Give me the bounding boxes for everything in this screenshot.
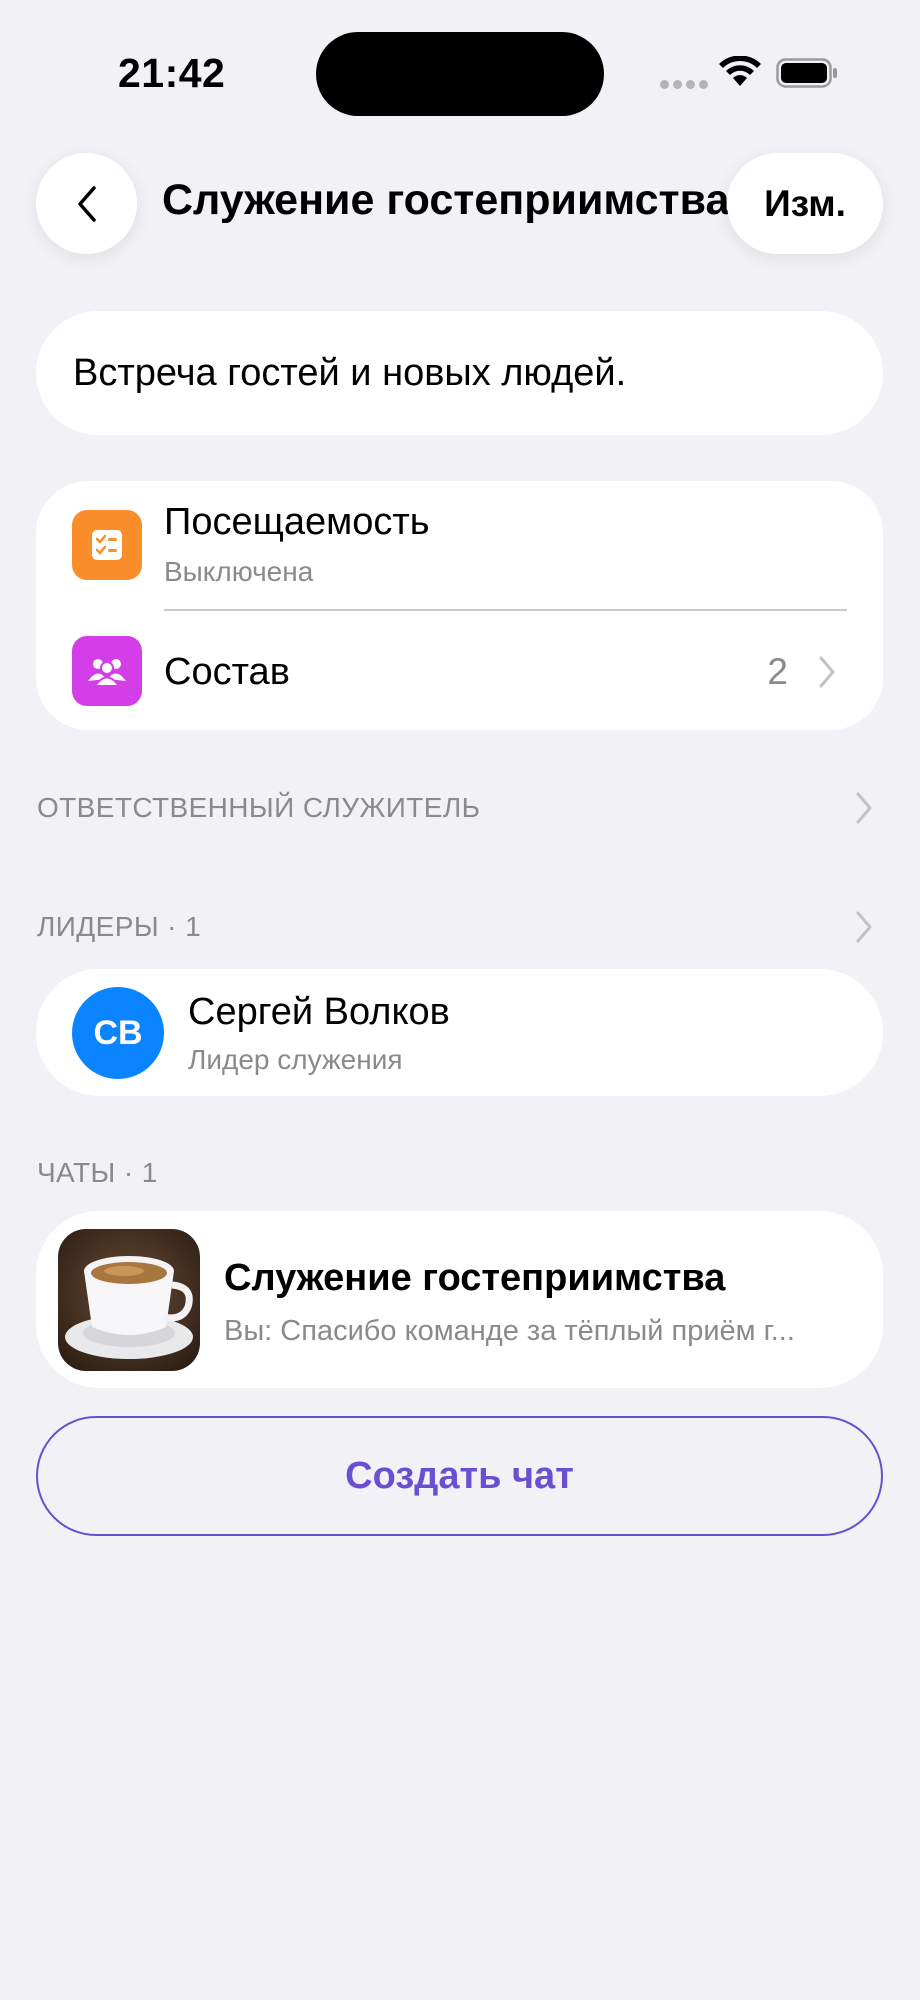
- create-chat-button[interactable]: Создать чат: [36, 1416, 883, 1536]
- status-time: 21:42: [118, 50, 226, 96]
- battery-icon: [776, 58, 837, 88]
- chevron-right-icon[interactable]: [854, 791, 874, 825]
- chat-image: [58, 1229, 200, 1371]
- page-title: Служение гостеприимства: [162, 176, 730, 224]
- cellular-signal-icon: [660, 80, 708, 89]
- description-text: Встреча гостей и новых людей.: [73, 351, 627, 394]
- avatar: СВ: [72, 987, 164, 1079]
- edit-button[interactable]: Изм.: [727, 153, 883, 254]
- chevron-right-icon[interactable]: [854, 910, 874, 944]
- chat-last-message: Вы: Спасибо команде за тёплый приём г...: [224, 1315, 795, 1347]
- leader-item[interactable]: СВ Сергей Волков Лидер служения: [36, 969, 883, 1096]
- attendance-row[interactable]: Посещаемость Выключена: [36, 481, 883, 605]
- leader-role: Лидер служения: [188, 1044, 403, 1075]
- settings-card: Посещаемость Выключена Состав 2: [36, 481, 883, 730]
- leader-name: Сергей Волков: [188, 991, 450, 1033]
- members-count: 2: [767, 651, 788, 692]
- chevron-right-icon: [819, 656, 835, 688]
- chat-item[interactable]: Служение гостеприимства Вы: Спасибо кома…: [36, 1211, 883, 1388]
- chevron-left-icon: [77, 185, 96, 222]
- screen: 21:42 Служение гостеприимства Изм. Встре…: [0, 0, 920, 2000]
- attendance-status: Выключена: [164, 556, 314, 587]
- back-button[interactable]: [36, 153, 137, 254]
- people-icon: [72, 636, 142, 706]
- attendance-title: Посещаемость: [164, 501, 430, 543]
- leaders-header: ЛИДЕРЫ · 1: [37, 911, 202, 942]
- dynamic-island: [316, 32, 604, 116]
- responsible-header: ОТВЕТСТВЕННЫЙ СЛУЖИТЕЛЬ: [37, 792, 481, 823]
- members-title: Состав: [164, 651, 290, 693]
- description-card: Встреча гостей и новых людей.: [36, 311, 883, 435]
- checklist-icon: [72, 510, 142, 580]
- chats-header: ЧАТЫ · 1: [37, 1157, 158, 1188]
- members-row[interactable]: Состав 2: [36, 611, 883, 730]
- wifi-icon: [719, 56, 761, 86]
- chat-title: Служение гостеприимства: [224, 1257, 726, 1299]
